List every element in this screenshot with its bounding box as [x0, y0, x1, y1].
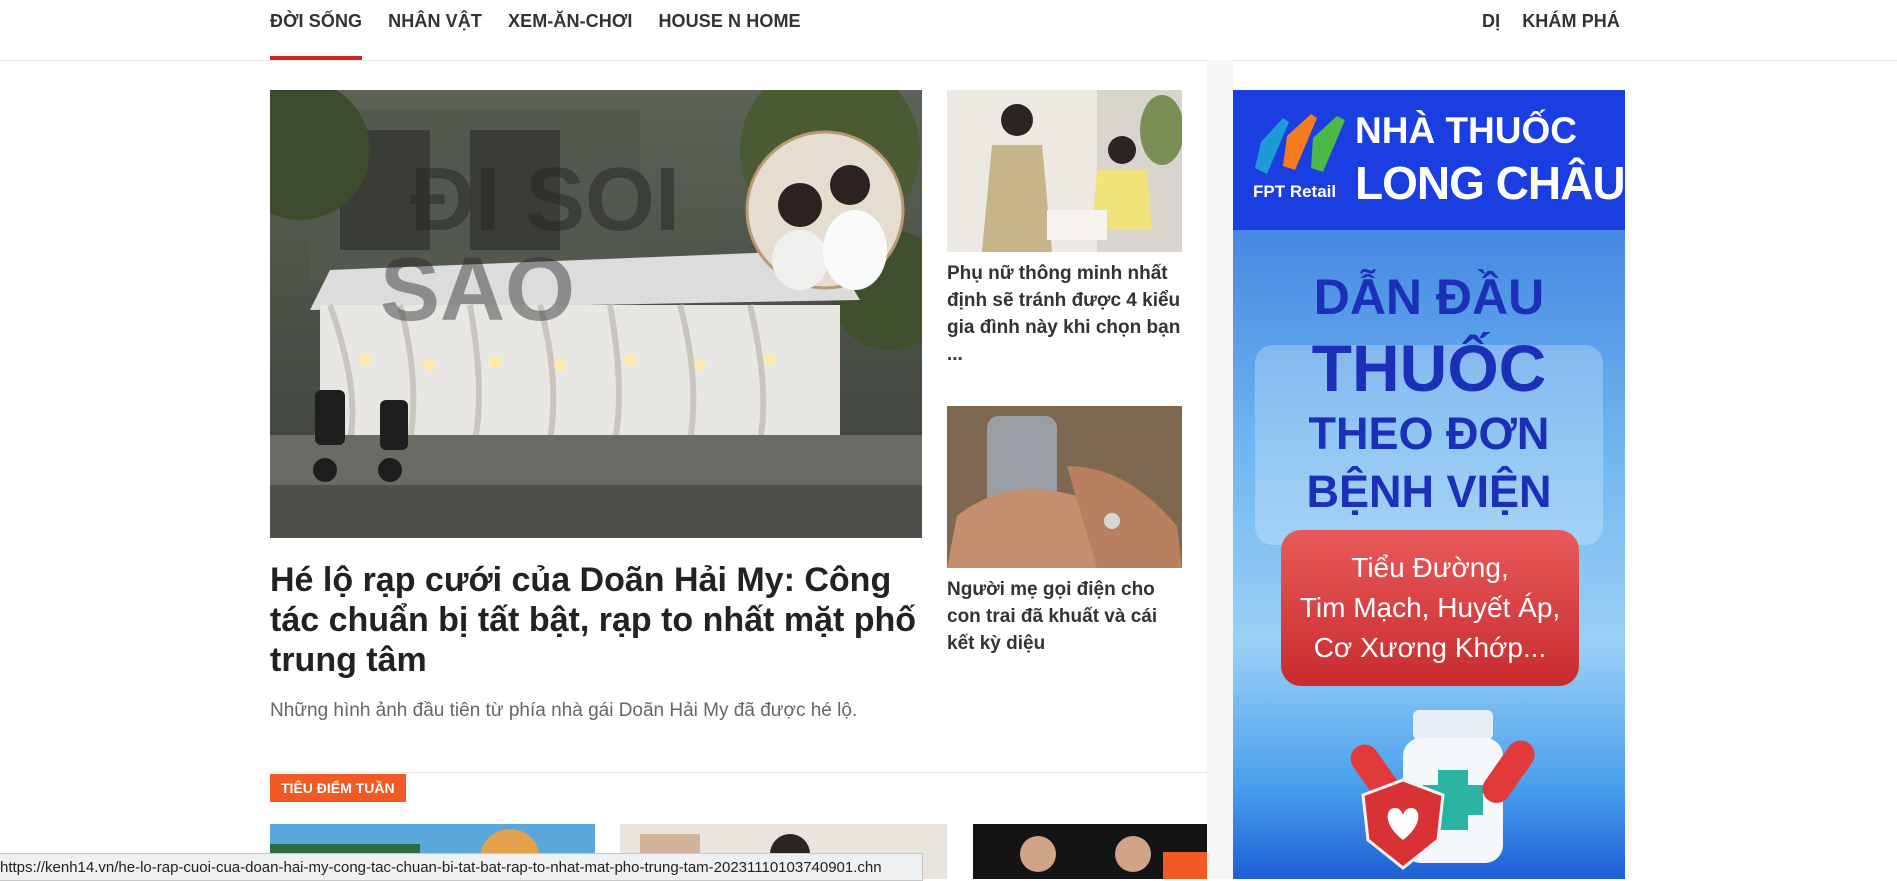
ad-headline-1: DẪN ĐẦU — [1313, 269, 1545, 325]
side-article-1-title[interactable]: Phụ nữ thông minh nhất định sẽ tránh đượ… — [947, 260, 1182, 368]
side-article-1-thumbnail[interactable] — [947, 90, 1182, 252]
nav-item-nhan-vat[interactable]: NHÂN VẬT — [388, 0, 482, 60]
ad-condition-2: Tim Mạch, Huyết Áp, — [1299, 592, 1561, 623]
hero-article-sapo: Những hình ảnh đầu tiên từ phía nhà gái … — [270, 700, 858, 721]
ad-brand-line1: NHÀ THUỐC — [1355, 110, 1577, 151]
ad-condition-3: Cơ Xương Khớp... — [1313, 632, 1547, 663]
section-divider — [270, 772, 1207, 773]
ad-conditions-box: Tiểu Đường, Tim Mạch, Huyết Áp, Cơ Xương… — [1281, 530, 1579, 686]
nav-right-group: DỊ KHÁM PHÁ — [1460, 0, 1620, 60]
ad-headline-4: BỆNH VIỆN — [1306, 466, 1552, 517]
nav-item-doi-song[interactable]: ĐỜI SỐNG — [270, 0, 363, 60]
hero-photo-illustration: ĐI SOI SAO — [270, 90, 922, 538]
hero-article-title[interactable]: Hé lộ rạp cưới của Doãn Hải My: Công tác… — [270, 560, 930, 680]
ad-condition-1: Tiểu Đường, — [1351, 552, 1509, 583]
section-tag-tieu-diem-tuan[interactable]: TIÊU ĐIỂM TUẦN — [270, 774, 406, 802]
nav-item-house-n-home[interactable]: HOUSE N HOME — [658, 0, 800, 60]
browser-status-bar: https://kenh14.vn/he-lo-rap-cuoi-cua-doa… — [0, 853, 923, 881]
ad-brand-line2: LONG CHÂU — [1355, 157, 1625, 209]
top-navigation: ĐỜI SỐNG NHÂN VẬT XEM-ĂN-CHƠI HOUSE N HO… — [0, 0, 1897, 61]
status-url: https://kenh14.vn/he-lo-rap-cuoi-cua-doa… — [0, 858, 882, 876]
ad-fpt-label: FPT Retail — [1253, 182, 1337, 201]
side-article-2[interactable]: Người mẹ gọi điện cho con trai đã khuất … — [947, 406, 1182, 657]
side-article-2-thumbnail[interactable] — [947, 406, 1182, 568]
nav-item-di[interactable]: DỊ — [1482, 0, 1500, 60]
nav-left-group: ĐỜI SỐNG NHÂN VẬT XEM-ĂN-CHƠI HOUSE N HO… — [270, 0, 827, 60]
side-article-1[interactable]: Phụ nữ thông minh nhất định sẽ tránh đượ… — [947, 90, 1182, 368]
watermark-text-2: SAO — [380, 240, 575, 340]
nav-item-kham-pha[interactable]: KHÁM PHÁ — [1522, 0, 1620, 60]
advertisement-long-chau[interactable]: FPT Retail NHÀ THUỐC LONG CHÂU DẪN ĐẦU T… — [1233, 90, 1625, 879]
nav-item-xem-an-choi[interactable]: XEM-ĂN-CHƠI — [508, 0, 632, 60]
ad-headline-3: THEO ĐƠN — [1308, 408, 1550, 459]
watermark-text-1: ĐI SOI — [410, 150, 680, 250]
hero-image[interactable]: ĐI SOI SAO — [270, 90, 922, 538]
bottom-article-3-thumbnail[interactable] — [973, 824, 1207, 879]
column-divider — [1207, 60, 1233, 879]
side-article-2-title[interactable]: Người mẹ gọi điện cho con trai đã khuất … — [947, 576, 1182, 657]
medicine-bottle-icon — [1350, 710, 1535, 870]
ad-header: FPT Retail NHÀ THUỐC LONG CHÂU — [1233, 90, 1625, 230]
ad-headline-2: THUỐC — [1311, 331, 1547, 405]
